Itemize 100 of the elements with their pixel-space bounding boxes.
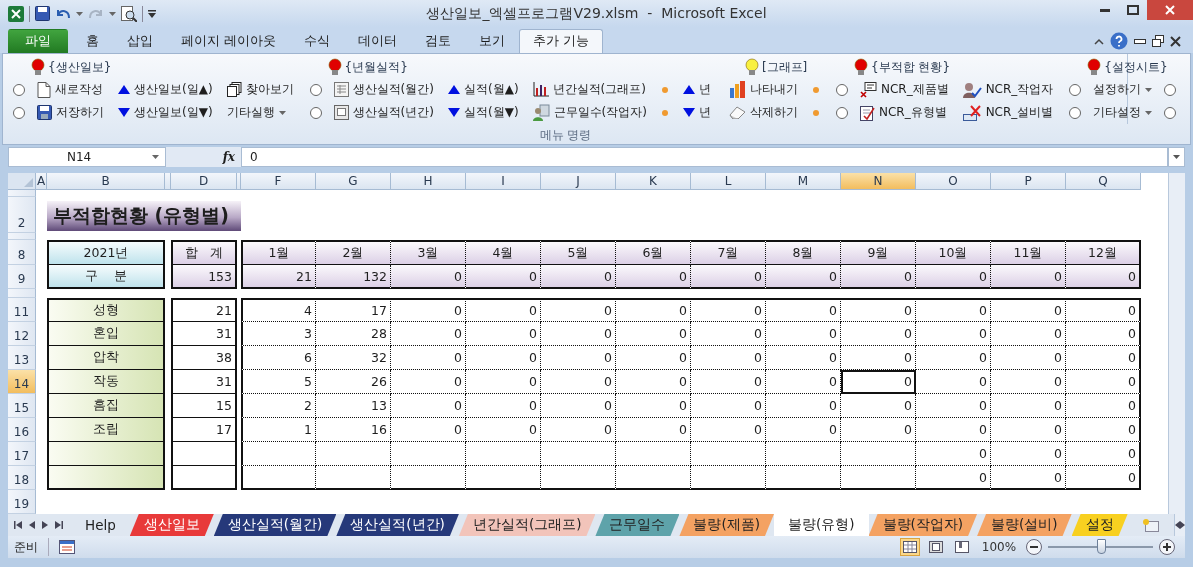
ribbon-button[interactable]: 삭제하기 — [726, 101, 800, 124]
sheet-tab[interactable]: 근무일수 — [595, 514, 680, 536]
table-cell: 26 — [316, 370, 391, 394]
ribbon-button[interactable]: 년간실적(그래프) — [530, 78, 648, 101]
table-cell: 153 — [171, 265, 237, 289]
sheet-tab[interactable]: 불량(유형) — [773, 514, 869, 536]
column-header[interactable]: O — [916, 173, 991, 190]
table-cell — [171, 442, 237, 466]
ribbon-button[interactable]: 찾아보기 — [224, 78, 296, 101]
ribbon-button[interactable]: NCR_제품별 — [857, 78, 951, 101]
column-header[interactable]: B — [47, 173, 165, 190]
column-header[interactable]: K — [616, 173, 691, 190]
close-button[interactable] — [1147, 0, 1193, 20]
row-header[interactable]: 18 — [8, 466, 36, 490]
ribbon-button[interactable]: 생산일보(일▲) — [116, 78, 215, 101]
ribbon-tab[interactable]: 페이지 레이아웃 — [167, 29, 290, 53]
circle-icon — [835, 83, 848, 96]
row-header[interactable]: 13 — [8, 346, 36, 370]
table-cell: 9월 — [841, 240, 916, 265]
row-header[interactable]: 16 — [8, 418, 36, 442]
row-header[interactable]: 9 — [8, 265, 36, 289]
ribbon-button[interactable]: 저장하기 — [35, 101, 106, 124]
vertical-scrollbar[interactable] — [1168, 173, 1185, 514]
table-cell: 3 — [241, 322, 316, 346]
column-header[interactable]: F — [241, 173, 316, 190]
ribbon-button[interactable]: 실적(월▼) — [445, 101, 521, 124]
row-header[interactable]: 8 — [8, 240, 36, 265]
zoom-level[interactable]: 100% — [978, 540, 1020, 554]
sheet-tab[interactable]: 생산실적(월간) — [213, 514, 337, 536]
column-header[interactable]: I — [466, 173, 541, 190]
menu-button[interactable]: 설정하기 — [1091, 78, 1155, 101]
insert-function-button[interactable]: fx — [222, 150, 235, 164]
expand-button[interactable] — [1168, 147, 1185, 167]
column-header[interactable]: Q — [1066, 173, 1141, 190]
column-header[interactable]: M — [766, 173, 841, 190]
ribbon-tab[interactable]: 검토 — [411, 29, 465, 53]
ribbon-button[interactable]: NCR_작업자 — [960, 78, 1056, 101]
table-cell: 0 — [691, 322, 766, 346]
slider-thumb[interactable] — [1096, 539, 1106, 554]
ribbon-button[interactable]: NCR_설비별 — [960, 101, 1056, 124]
column-header[interactable]: N — [841, 173, 916, 190]
ribbon-button[interactable]: 새로작성 — [35, 78, 105, 101]
ribbon-tab[interactable]: 수식 — [290, 29, 344, 53]
row-header[interactable]: 17 — [8, 442, 36, 466]
status-text: 준비 — [14, 538, 38, 556]
row-header[interactable]: 14 — [8, 370, 36, 394]
column-header[interactable]: J — [541, 173, 616, 190]
sheet-tab[interactable]: 불량(작업자) — [868, 514, 978, 536]
sheet-tab[interactable]: 불량(설비) — [977, 514, 1072, 536]
ribbon-button[interactable]: 생산실적(월간) — [331, 78, 436, 101]
ribbon-tab[interactable]: 데이터 — [344, 29, 411, 53]
ribbon-tab[interactable]: 추가 기능 — [519, 29, 603, 53]
view-button[interactable] — [900, 538, 920, 556]
row-header[interactable]: 19 — [8, 490, 36, 514]
column-header[interactable]: P — [991, 173, 1066, 190]
ribbon-button[interactable]: 년 — [680, 78, 713, 101]
view-button[interactable] — [926, 538, 946, 556]
table-cell: 12월 — [1066, 240, 1141, 265]
sheet-tab[interactable]: 생산일보 — [129, 514, 214, 536]
sheet-tab[interactable]: 생산실적(년간) — [336, 514, 459, 536]
row-header[interactable]: 12 — [8, 322, 36, 346]
sheet-tab[interactable]: 년간실적(그래프) — [458, 514, 596, 536]
ribbon-tab[interactable]: 홈 — [72, 29, 113, 53]
sheet-tab[interactable]: 설정 — [1071, 514, 1128, 536]
table-cell: 7월 — [691, 240, 766, 265]
menu-button[interactable]: 기타설정 — [1091, 101, 1155, 124]
ribbon-button[interactable]: 나타내기 — [726, 78, 800, 101]
close-icon — [1165, 5, 1175, 15]
column-header[interactable]: H — [391, 173, 466, 190]
ribbon-button[interactable]: 생산일보(일▼) — [116, 101, 215, 124]
ribbon-button[interactable]: 근무일수(작업자) — [530, 101, 649, 124]
ribbon-button[interactable]: NCR_유형별 — [857, 101, 949, 124]
circle-icon — [835, 106, 848, 119]
row-header[interactable]: 2 — [8, 197, 36, 233]
column-header[interactable]: L — [691, 173, 766, 190]
ribbon-tab[interactable]: 삽입 — [113, 29, 167, 53]
menu-button[interactable]: 기타실행 — [224, 101, 288, 124]
column-header[interactable]: G — [316, 173, 391, 190]
cross-icon — [962, 104, 982, 121]
sheet-tab[interactable]: 불량(제품) — [679, 514, 774, 536]
column-header[interactable]: D — [171, 173, 237, 190]
row-header[interactable]: 15 — [8, 394, 36, 418]
ribbon-button[interactable]: 실적(월▲) — [445, 78, 521, 101]
view-button[interactable] — [952, 538, 972, 556]
name-box[interactable]: N14 — [8, 147, 166, 167]
table-cell: 0 — [466, 322, 541, 346]
ribbon-tab[interactable]: 파일 — [8, 29, 68, 53]
table-cell: 0 — [691, 394, 766, 418]
table-cell: 0 — [766, 265, 841, 289]
horizontal-scrollbar[interactable] — [1173, 514, 1185, 536]
table-cell: 0 — [1066, 442, 1141, 466]
table-cell: 0 — [766, 346, 841, 370]
ribbon-tab[interactable]: 보기 — [465, 29, 519, 53]
ribbon-button[interactable]: 생산실적(년간) — [331, 101, 436, 124]
ribbon-button[interactable]: 년 — [680, 101, 713, 124]
table-cell: 0 — [616, 265, 691, 289]
dot-icon — [661, 86, 668, 93]
formula-input[interactable]: 0 — [241, 147, 1168, 167]
row-header[interactable]: 11 — [8, 298, 36, 322]
caret-icon — [1145, 87, 1153, 92]
